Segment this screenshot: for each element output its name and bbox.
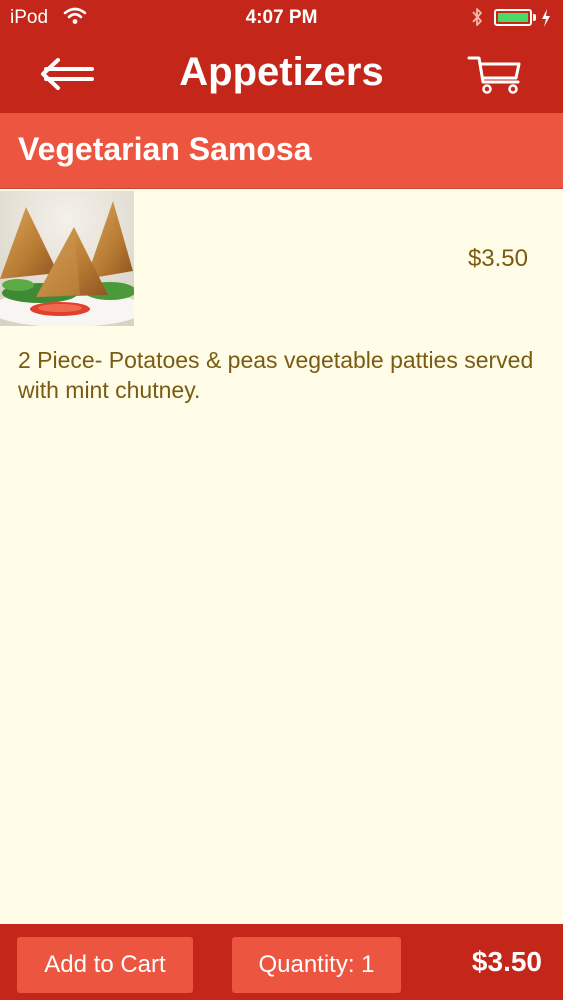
cart-icon [467,56,521,94]
item-header: Vegetarian Samosa [0,113,563,189]
battery-level [498,13,528,22]
status-bar: iPod 4:07 PM [0,0,563,36]
item-description: 2 Piece- Potatoes & peas vegetable patti… [18,347,534,403]
item-image [0,191,134,326]
cart-button[interactable] [466,52,526,96]
item-name: Vegetarian Samosa [18,131,312,167]
bolt-icon [540,8,552,33]
order-total: $3.50 [471,946,542,977]
item-price: $3.50 [467,245,528,272]
bluetooth-icon [470,6,484,33]
battery-tip [533,14,536,21]
battery-icon [494,9,532,26]
add-to-cart-button[interactable]: Add to Cart [17,937,193,993]
quantity-button[interactable]: Quantity: 1 [232,937,401,993]
footer-bar: Add to Cart Quantity: 1 $3.50 [0,924,563,1000]
nav-bar: Appetizers [0,36,563,113]
